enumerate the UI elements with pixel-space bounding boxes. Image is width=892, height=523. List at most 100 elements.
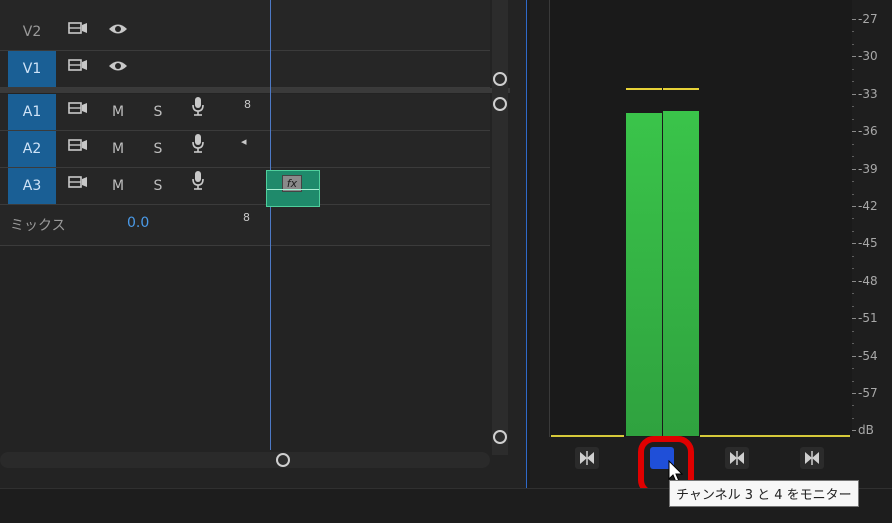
scale-label: -54 [858, 348, 878, 363]
track-name-v2[interactable]: V2 [8, 14, 56, 50]
scale-minor-tick [852, 268, 854, 270]
scale-label: -48 [858, 273, 878, 288]
peak-indicator-channel-2 [663, 87, 699, 90]
track-name-v1[interactable]: V1 [8, 51, 56, 87]
scroll-handle[interactable] [276, 453, 290, 467]
track-name-a1[interactable]: A1 [8, 94, 56, 130]
meter-bar-channel-2 [663, 111, 699, 436]
microphone-icon[interactable] [178, 131, 218, 167]
scale-label: -57 [858, 386, 878, 400]
track-row-a1: A1 M S 8 [0, 94, 490, 131]
scale-minor-tick [852, 417, 854, 419]
track-name-a3[interactable]: A3 [8, 168, 56, 204]
mute-button[interactable]: M [98, 94, 138, 130]
meter-floor-line [700, 435, 850, 437]
vertical-scrollbar[interactable] [492, 0, 508, 455]
track-row-v1: V1 [0, 51, 490, 88]
bowtie-icon [580, 451, 594, 465]
scale-minor-tick [852, 143, 854, 145]
scale-minor-tick [852, 380, 854, 382]
scale-minor-tick [852, 193, 854, 195]
mix-label: ミックス [10, 218, 66, 234]
scale-tick [852, 168, 856, 170]
scale-minor-tick [852, 68, 854, 70]
solo-button[interactable]: S [138, 131, 178, 167]
eye-icon[interactable] [98, 14, 138, 50]
scale-minor-tick [852, 43, 854, 45]
solo-button[interactable]: S [138, 94, 178, 130]
microphone-icon[interactable] [178, 94, 218, 130]
scale-label: -36 [858, 124, 878, 139]
horizontal-scrollbar[interactable] [0, 452, 490, 468]
scale-tick [852, 355, 856, 357]
scale-minor-tick [852, 106, 854, 108]
meter-bar-channel-1 [626, 112, 662, 436]
scale-tick [852, 430, 856, 432]
scale-minor-tick [852, 330, 854, 332]
video-audio-divider[interactable] [0, 88, 510, 93]
meter-floor-line [551, 435, 624, 437]
scale-tick [852, 280, 856, 282]
scroll-handle[interactable] [493, 430, 507, 444]
track-channel-indicator: 8 [244, 98, 251, 111]
meter-area [549, 0, 852, 437]
scale-label: -39 [858, 161, 878, 176]
track-channel-indicator: ◂ [241, 135, 247, 148]
scale-minor-tick [852, 81, 854, 83]
mute-button[interactable]: M [98, 168, 138, 204]
bowtie-icon [730, 451, 744, 465]
solo-button[interactable]: S [138, 168, 178, 204]
channel-solo-button-1[interactable] [575, 447, 599, 469]
scale-minor-tick [852, 293, 854, 295]
scroll-handle[interactable] [493, 72, 507, 86]
scale-tick [852, 56, 856, 58]
scale-label: -51 [858, 311, 878, 326]
scale-minor-tick [852, 343, 854, 345]
scale-minor-tick [852, 218, 854, 220]
scale-label: dB [858, 423, 874, 438]
channel-solo-button-4[interactable] [800, 447, 824, 469]
timeline-panel: V2 V1 A1 M S 8 A2 M S ◂ A3 M S ミックス 0.0 … [0, 0, 527, 489]
eye-icon[interactable] [98, 51, 138, 87]
scale-minor-tick [852, 230, 854, 232]
channel-solo-button-3[interactable] [725, 447, 749, 469]
scale-tick [852, 206, 856, 207]
clip-volume-line[interactable] [267, 189, 319, 190]
track-row-a2: A2 M S ◂ [0, 131, 490, 168]
filmstrip-icon[interactable] [58, 51, 98, 87]
scale-label: -33 [858, 86, 878, 101]
scale-label: -30 [858, 49, 878, 64]
playhead-line[interactable] [270, 0, 271, 450]
filmstrip-icon[interactable] [58, 168, 98, 204]
filmstrip-icon[interactable] [58, 14, 98, 50]
peak-indicator-channel-1 [626, 87, 662, 90]
bowtie-icon [805, 451, 819, 465]
microphone-icon[interactable] [178, 168, 218, 204]
mix-volume-value[interactable]: 0.0 [127, 215, 149, 231]
scale-tick [852, 93, 856, 95]
track-name-a2[interactable]: A2 [8, 131, 56, 167]
track-row-v3 [0, 0, 490, 15]
scale-minor-tick [852, 405, 854, 407]
scale-tick [852, 393, 856, 394]
scroll-handle[interactable] [493, 97, 507, 111]
scale-label: -27 [858, 12, 878, 26]
scale-minor-tick [852, 368, 854, 370]
audio-clip[interactable]: fx [266, 170, 320, 207]
scale-minor-tick [852, 31, 854, 33]
scale-tick [852, 131, 856, 133]
scale-minor-tick [852, 305, 854, 307]
mix-channel-indicator: 8 [243, 211, 250, 224]
scale-tick [852, 19, 856, 20]
scale-tick [852, 318, 856, 320]
scale-minor-tick [852, 181, 854, 183]
track-row-a3: A3 M S [0, 168, 490, 205]
scale-tick [852, 243, 856, 245]
scale-label: -42 [858, 199, 878, 213]
mute-button[interactable]: M [98, 131, 138, 167]
filmstrip-icon[interactable] [58, 131, 98, 167]
scale-minor-tick [852, 118, 854, 120]
track-row-v2: V2 [0, 14, 490, 51]
track-headers: V2 V1 A1 M S 8 A2 M S ◂ A3 M S ミックス 0.0 … [0, 0, 510, 246]
filmstrip-icon[interactable] [58, 94, 98, 130]
